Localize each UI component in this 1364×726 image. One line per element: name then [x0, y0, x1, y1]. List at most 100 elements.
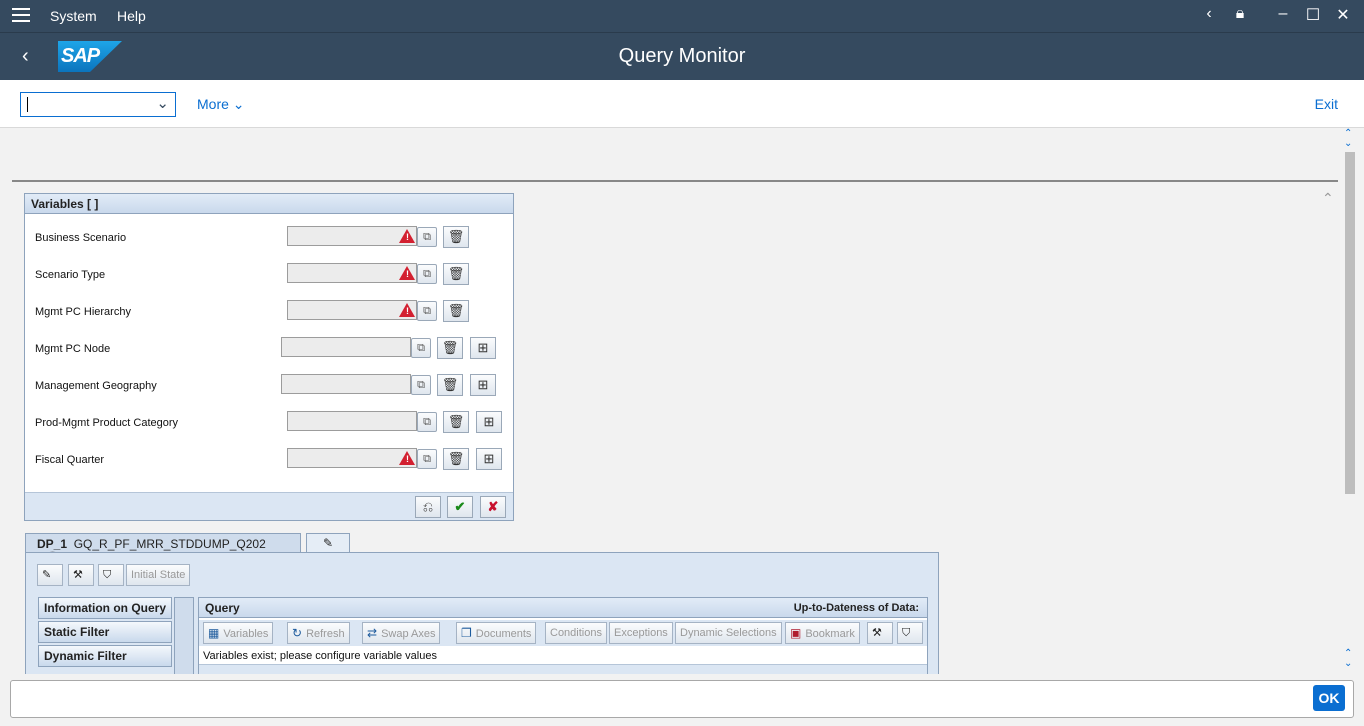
menu-help[interactable]: Help	[117, 8, 146, 24]
edit-query-icon[interactable]: ✎	[37, 564, 63, 586]
warning-icon: !	[399, 451, 415, 465]
nav-dynamic-filter[interactable]: Dynamic Filter	[38, 645, 172, 667]
nav-static-filter[interactable]: Static Filter	[38, 621, 172, 643]
page-title: Query Monitor	[618, 45, 746, 67]
variable-row-product-category: Prod-Mgmt Product Category ⧉ 🗑︎ ⊞	[35, 411, 505, 433]
settings-tools-icon[interactable]: ⚒	[68, 564, 94, 586]
delete-icon[interactable]: 🗑︎	[437, 337, 463, 359]
refresh-button[interactable]: ↻ Refresh	[287, 622, 350, 644]
query-status-message: Variables exist; please configure variab…	[203, 650, 437, 662]
divider	[12, 180, 1338, 182]
variable-row-scenario-type: Scenario Type ! ⧉ 🗑︎	[35, 263, 505, 285]
swap-axes-button[interactable]: ⇄ Swap Axes	[362, 622, 441, 644]
warning-icon: !	[399, 266, 415, 280]
value-help-icon[interactable]: ⧉	[411, 375, 431, 395]
variable-label: Scenario Type	[35, 269, 106, 281]
bookmark-button[interactable]: ▣ Bookmark	[785, 622, 860, 644]
variable-label: Mgmt PC Node	[35, 343, 111, 355]
variable-row-mgmt-pc-node: Mgmt PC Node ⧉ 🗑︎ ⊞	[35, 337, 505, 359]
scroll-page-up-icon[interactable]: ⌄	[1344, 138, 1352, 149]
variable-input[interactable]	[287, 300, 417, 320]
menu-system[interactable]: System	[50, 8, 97, 24]
variable-label: Management Geography	[35, 380, 157, 392]
save-variant-icon[interactable]: ⎌	[415, 496, 441, 518]
scroll-down-icon[interactable]: ⌄	[1344, 658, 1352, 669]
cancel-x-icon[interactable]: ✘	[480, 496, 506, 518]
exceptions-button[interactable]: Exceptions	[609, 622, 673, 644]
multiple-selection-icon[interactable]: ⊞	[476, 411, 502, 433]
tag-icon[interactable]: ⛉	[98, 564, 124, 586]
chevron-down-icon[interactable]: ⌄	[156, 94, 169, 112]
settings-tools-icon[interactable]: ⚒	[867, 622, 893, 644]
dataprovider-tab[interactable]: DP_1 GQ_R_PF_MRR_STDDUMP_Q202 🗑︎	[25, 533, 301, 565]
title-bar: System Help ‹ 🔒︎ – ☐ ✕	[0, 0, 1364, 32]
variable-row-business-scenario: Business Scenario ! ⧉ 🗑︎	[35, 226, 505, 248]
ok-button[interactable]: OK	[1313, 685, 1345, 711]
inner-scroll-up-icon[interactable]: ⌃	[1322, 190, 1334, 207]
shell-header: ‹ SAP Query Monitor	[0, 32, 1364, 80]
close-window-icon[interactable]: ✕	[1332, 5, 1354, 25]
multiple-selection-icon[interactable]: ⊞	[470, 337, 496, 359]
save-icon: ▣	[790, 626, 802, 640]
value-help-icon[interactable]: ⧉	[417, 412, 437, 432]
variable-row-mgmt-pc-hierarchy: Mgmt PC Hierarchy ! ⧉ 🗑︎	[35, 300, 505, 322]
initial-state-button[interactable]: Initial State	[126, 564, 191, 586]
query-result-toolbar	[199, 664, 927, 674]
variable-input[interactable]	[287, 226, 417, 246]
variable-input[interactable]	[287, 448, 417, 468]
refresh-icon: ↻	[292, 626, 303, 640]
conditions-button[interactable]: Conditions	[545, 622, 607, 644]
confirm-check-icon[interactable]: ✔	[447, 496, 473, 518]
more-menu-button[interactable]: More ⌄	[197, 96, 245, 113]
scrollbar-thumb[interactable]	[1345, 152, 1355, 494]
dynamic-selections-button[interactable]: Dynamic Selections	[675, 622, 782, 644]
new-tab-icon[interactable]: ✎	[306, 533, 350, 553]
vertical-scrollbar[interactable]: ⌃ ⌄ ⌃ ⌄	[1342, 128, 1364, 674]
status-bar	[0, 674, 1364, 726]
value-help-icon[interactable]: ⧉	[417, 264, 437, 284]
app-toolbar: ⌄ More ⌄ Exit	[0, 80, 1364, 128]
variables-panel: Variables [ ] Business Scenario ! ⧉ 🗑︎ S…	[24, 193, 514, 521]
delete-icon[interactable]: 🗑︎	[437, 374, 463, 396]
variables-button[interactable]: ▦ Variables	[203, 622, 274, 644]
value-help-icon[interactable]: ⧉	[417, 449, 437, 469]
variable-label: Mgmt PC Hierarchy	[35, 306, 131, 318]
variable-row-management-geography: Management Geography ⧉ 🗑︎ ⊞	[35, 374, 505, 396]
swap-axes-icon: ⇄	[367, 626, 378, 640]
maximize-icon[interactable]: ☐	[1302, 5, 1324, 25]
warning-icon: !	[399, 303, 415, 317]
documents-button[interactable]: ❐ Documents	[456, 622, 537, 644]
variable-label: Prod-Mgmt Product Category	[35, 417, 179, 429]
variable-label: Fiscal Quarter	[35, 454, 105, 466]
dataprovider-area: ✎ ⚒ ⛉ Initial State Information on Query…	[25, 552, 939, 674]
collapse-chevron-icon[interactable]: ‹	[1198, 5, 1220, 23]
multiple-selection-icon[interactable]: ⊞	[470, 374, 496, 396]
delete-icon[interactable]: 🗑︎	[443, 448, 469, 470]
tag-icon[interactable]: ⛉	[897, 622, 923, 644]
variable-input[interactable]	[281, 374, 411, 394]
variable-input[interactable]	[281, 337, 411, 357]
delete-icon[interactable]: 🗑︎	[443, 411, 469, 433]
documents-icon: ❐	[461, 626, 472, 640]
value-help-icon[interactable]: ⧉	[411, 338, 431, 358]
variable-label: Business Scenario	[35, 232, 127, 244]
variable-input[interactable]	[287, 263, 417, 283]
hamburger-menu-icon[interactable]	[12, 8, 30, 24]
delete-icon[interactable]: 🗑︎	[443, 226, 469, 248]
value-help-icon[interactable]: ⧉	[417, 227, 437, 247]
query-panel: Query Up-to-Dateness of Data: ▦ Variables…	[198, 597, 928, 674]
chevron-down-icon: ⌄	[232, 96, 245, 112]
nav-information-on-query[interactable]: Information on Query	[38, 597, 172, 619]
minimize-icon[interactable]: –	[1272, 5, 1294, 23]
lock-icon[interactable]: 🔒︎	[1229, 5, 1251, 23]
exit-button[interactable]: Exit	[1315, 96, 1338, 112]
delete-icon[interactable]: 🗑︎	[443, 263, 469, 285]
variable-row-fiscal-quarter: Fiscal Quarter ! ⧉ 🗑︎ ⊞	[35, 448, 505, 470]
query-toolbar: ▦ Variables ↻ Refresh ⇄ Swap Axes ❐ Document…	[199, 620, 927, 646]
value-help-icon[interactable]: ⧉	[417, 301, 437, 321]
command-field[interactable]: ⌄	[20, 92, 176, 117]
nav-splitter[interactable]	[174, 597, 194, 674]
variable-input[interactable]	[287, 411, 417, 431]
multiple-selection-icon[interactable]: ⊞	[476, 448, 502, 470]
delete-icon[interactable]: 🗑︎	[443, 300, 469, 322]
